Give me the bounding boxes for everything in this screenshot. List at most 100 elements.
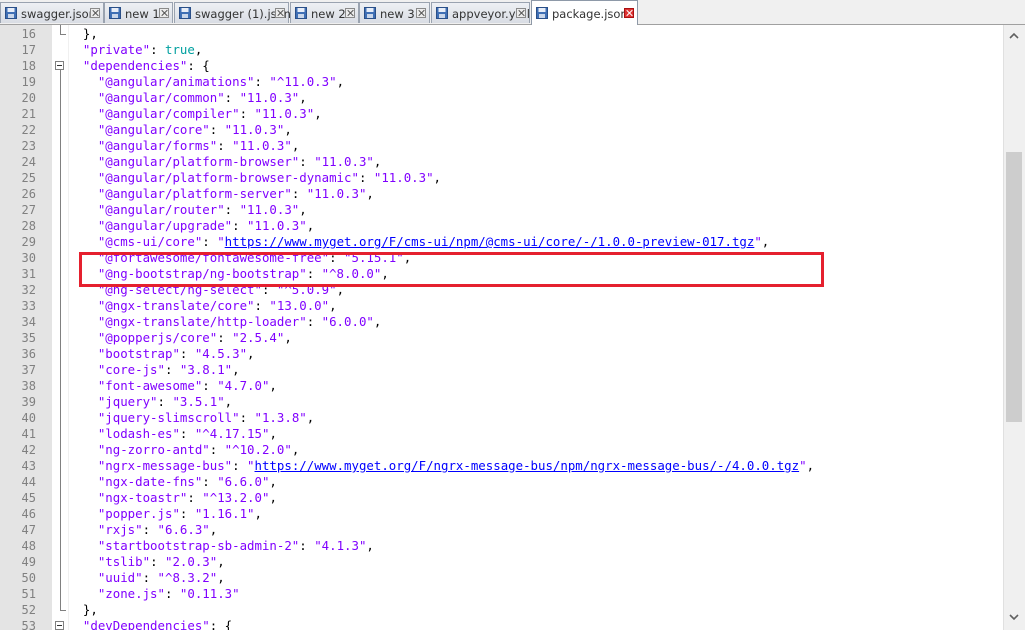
fold-collapse-icon[interactable] xyxy=(55,61,64,70)
code-line[interactable]: "@ngx-translate/http-loader": "6.0.0", xyxy=(68,314,1003,330)
floppy-disk-icon xyxy=(295,7,307,19)
code-line[interactable]: "@angular/platform-browser-dynamic": "11… xyxy=(68,170,1003,186)
code-line[interactable]: "ng-zorro-antd": "^10.2.0", xyxy=(68,442,1003,458)
line-number: 22 xyxy=(21,123,36,137)
scroll-down-arrow-icon[interactable] xyxy=(1007,610,1021,624)
line-number: 49 xyxy=(21,555,36,569)
code-line[interactable]: "@angular/platform-browser": "11.0.3", xyxy=(68,154,1003,170)
tab-package-json[interactable]: package.json xyxy=(531,0,638,25)
line-number: 46 xyxy=(21,507,36,521)
code-line[interactable]: }, xyxy=(68,602,1003,618)
code-line[interactable]: "@angular/platform-server": "11.0.3", xyxy=(68,186,1003,202)
scrollbar-thumb[interactable] xyxy=(1006,152,1022,422)
code-line[interactable]: "startbootstrap-sb-admin-2": "4.1.3", xyxy=(68,538,1003,554)
tab-label: new 1 xyxy=(125,7,160,21)
line-number: 37 xyxy=(21,363,36,377)
code-line[interactable]: "uuid": "^8.3.2", xyxy=(68,570,1003,586)
code-line[interactable]: "bootstrap": "4.5.3", xyxy=(68,346,1003,362)
code-line[interactable]: "@popperjs/core": "2.5.4", xyxy=(68,330,1003,346)
tab-swagger-1-json[interactable]: swagger (1).json xyxy=(174,2,291,23)
close-tab-icon[interactable] xyxy=(275,8,285,18)
floppy-disk-icon xyxy=(436,7,448,19)
code-line[interactable]: "zone.js": "0.11.3" xyxy=(68,586,1003,602)
floppy-disk-icon xyxy=(5,7,17,19)
fold-end-marker xyxy=(60,34,66,35)
code-line[interactable]: "lodash-es": "^4.17.15", xyxy=(68,426,1003,442)
code-line[interactable]: "@angular/core": "11.0.3", xyxy=(68,122,1003,138)
line-number: 44 xyxy=(21,475,36,489)
line-number: 32 xyxy=(21,283,36,297)
line-number: 45 xyxy=(21,491,36,505)
floppy-disk-icon xyxy=(364,7,376,19)
tab-swagger-json[interactable]: swagger.json xyxy=(0,2,104,23)
line-number: 41 xyxy=(21,427,36,441)
code-line[interactable]: "jquery-slimscroll": "1.3.8", xyxy=(68,410,1003,426)
line-number: 17 xyxy=(21,43,36,57)
code-line[interactable]: "@angular/common": "11.0.3", xyxy=(68,90,1003,106)
line-number: 27 xyxy=(21,203,36,217)
code-line[interactable]: "ngx-date-fns": "6.6.0", xyxy=(68,474,1003,490)
line-number: 50 xyxy=(21,571,36,585)
line-number: 23 xyxy=(21,139,36,153)
tab-new-2[interactable]: new 2 xyxy=(290,2,359,23)
line-number: 29 xyxy=(21,235,36,249)
code-line[interactable]: "private": true, xyxy=(68,42,1003,58)
tab-label: new 3 xyxy=(380,7,415,21)
tab-appveyor-yml[interactable]: appveyor.yml xyxy=(431,2,530,23)
fold-collapse-icon[interactable] xyxy=(55,621,64,630)
line-number: 18 xyxy=(21,59,36,73)
code-line[interactable]: "core-js": "3.8.1", xyxy=(68,362,1003,378)
line-number: 25 xyxy=(21,171,36,185)
line-number: 24 xyxy=(21,155,36,169)
code-line[interactable]: "ngx-toastr": "^13.2.0", xyxy=(68,490,1003,506)
code-line[interactable]: "dependencies": { xyxy=(68,58,1003,74)
code-area[interactable]: }, "private": true, "dependencies": { "@… xyxy=(68,25,1003,630)
line-number: 40 xyxy=(21,411,36,425)
line-number: 51 xyxy=(21,587,36,601)
line-number: 20 xyxy=(21,91,36,105)
tab-label: package.json xyxy=(552,7,628,21)
line-number: 42 xyxy=(21,443,36,457)
tab-label: new 2 xyxy=(311,7,346,21)
line-number: 16 xyxy=(21,27,36,41)
fold-line xyxy=(60,70,61,610)
code-line[interactable]: "ngrx-message-bus": "https://www.myget.o… xyxy=(68,458,1003,474)
code-line[interactable]: "devDependencies": { xyxy=(68,618,1003,630)
code-line[interactable]: "font-awesome": "4.7.0", xyxy=(68,378,1003,394)
fold-end-marker xyxy=(60,610,66,611)
close-tab-icon[interactable] xyxy=(624,8,634,18)
close-tab-icon[interactable] xyxy=(90,8,100,18)
code-line[interactable]: "jquery": "3.5.1", xyxy=(68,394,1003,410)
code-line[interactable]: "@angular/router": "11.0.3", xyxy=(68,202,1003,218)
code-line[interactable]: "@angular/compiler": "11.0.3", xyxy=(68,106,1003,122)
tab-new-3[interactable]: new 3 xyxy=(359,2,430,23)
close-tab-icon[interactable] xyxy=(159,8,169,18)
close-tab-icon[interactable] xyxy=(416,8,426,18)
line-number: 39 xyxy=(21,395,36,409)
code-line[interactable]: "rxjs": "6.6.3", xyxy=(68,522,1003,538)
code-line[interactable]: "@angular/upgrade": "11.0.3", xyxy=(68,218,1003,234)
vertical-scrollbar[interactable] xyxy=(1003,25,1025,630)
code-line[interactable]: "@cms-ui/core": "https://www.myget.org/F… xyxy=(68,234,1003,250)
code-line[interactable]: "@ngx-translate/core": "13.0.0", xyxy=(68,298,1003,314)
close-tab-icon[interactable] xyxy=(345,8,355,18)
line-number-gutter: 16 17 18 19 20 21 22 23 24 25 26 27 28 29 30 31 32 33 34 35… xyxy=(0,25,52,633)
line-number: 52 xyxy=(21,603,36,617)
code-line[interactable]: "popper.js": "1.16.1", xyxy=(68,506,1003,522)
tab-new-1[interactable]: new 1 xyxy=(104,2,173,23)
line-number: 19 xyxy=(21,75,36,89)
line-number: 47 xyxy=(21,523,36,537)
scroll-up-arrow-icon[interactable] xyxy=(1007,29,1021,43)
line-number: 35 xyxy=(21,331,36,345)
close-tab-icon[interactable] xyxy=(516,8,526,18)
code-line[interactable]: "@angular/animations": "^11.0.3", xyxy=(68,74,1003,90)
line-number: 48 xyxy=(21,539,36,553)
floppy-disk-icon xyxy=(109,7,121,19)
line-number: 26 xyxy=(21,187,36,201)
code-editor[interactable]: 16 17 18 19 20 21 22 23 24 25 26 27 28 29 30 31 32 33 34 35… xyxy=(0,25,1025,633)
code-line[interactable]: "@angular/forms": "11.0.3", xyxy=(68,138,1003,154)
line-number: 38 xyxy=(21,379,36,393)
line-number: 53 xyxy=(21,619,36,633)
code-line[interactable]: "tslib": "2.0.3", xyxy=(68,554,1003,570)
code-line[interactable]: }, xyxy=(68,26,1003,42)
